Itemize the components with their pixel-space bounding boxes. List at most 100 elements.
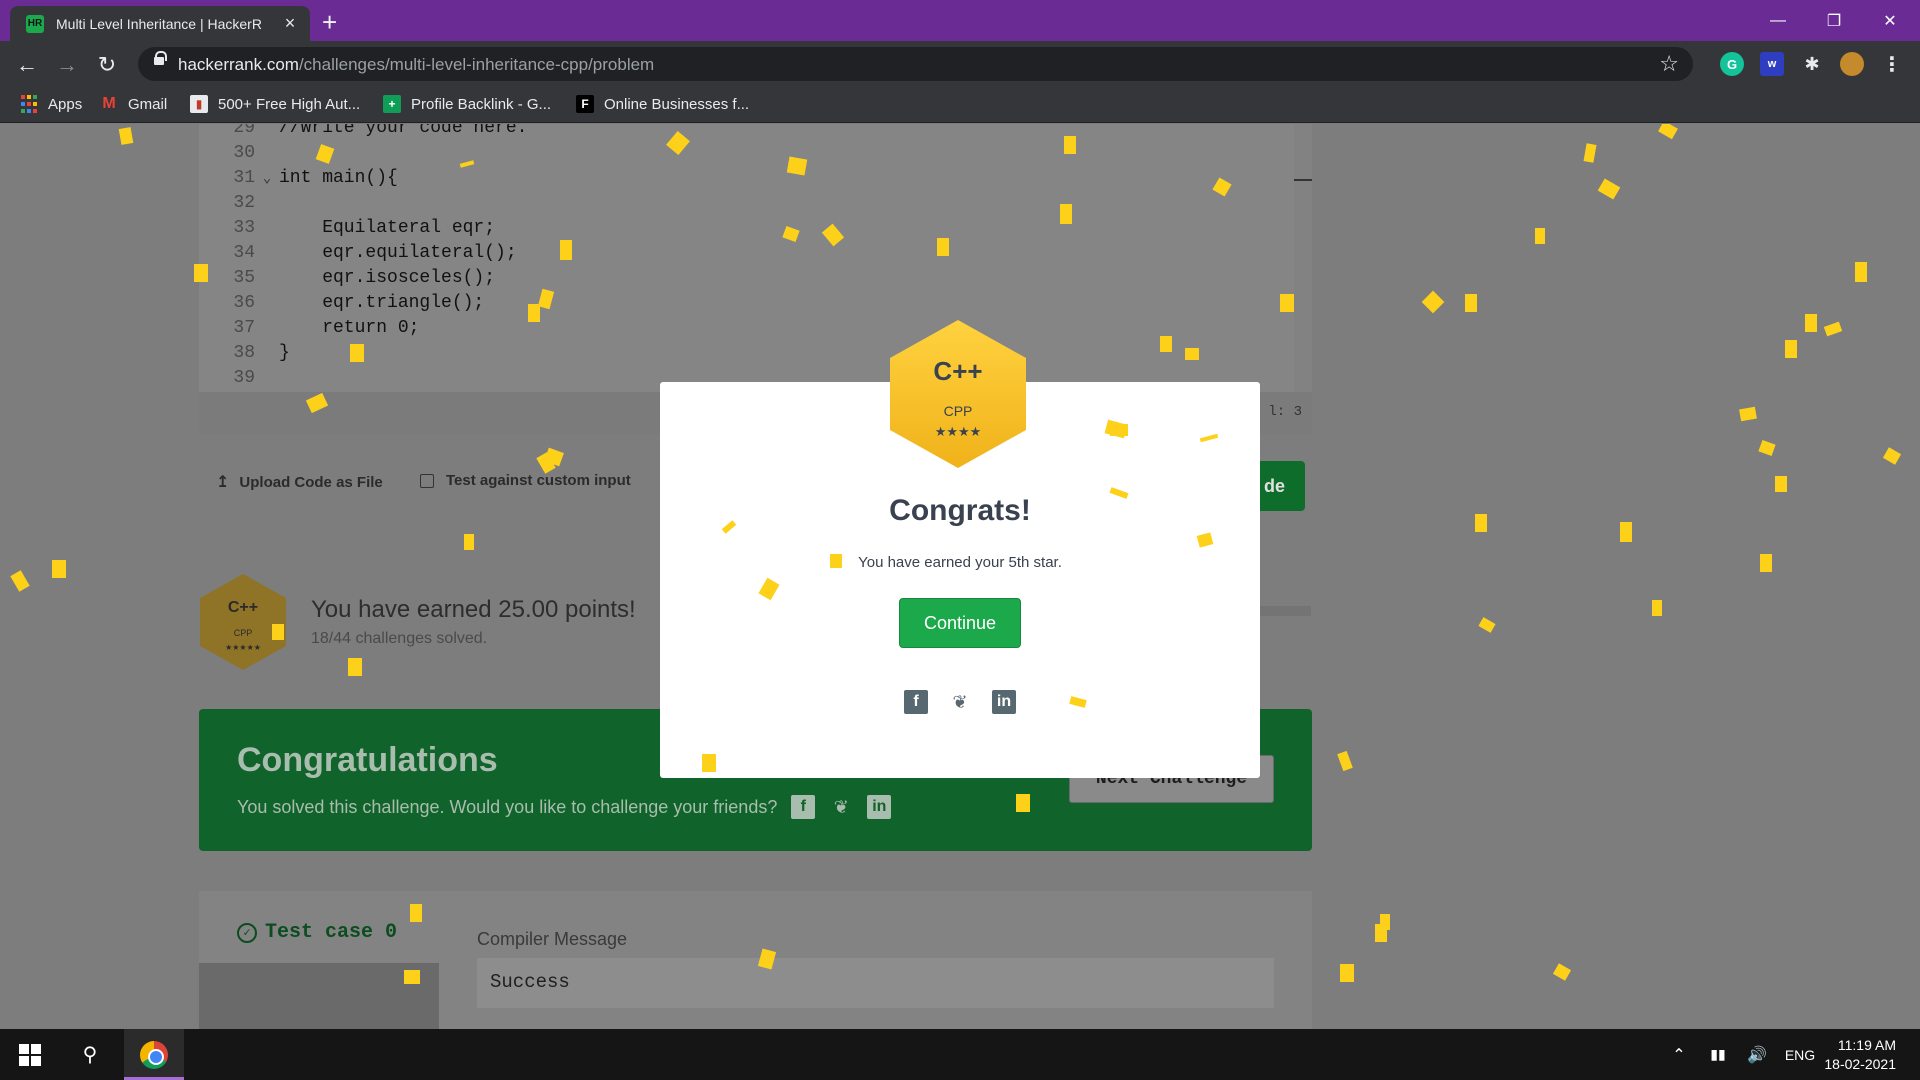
- line-number: 37: [233, 318, 255, 338]
- clock-time: 11:19 AM: [1837, 1037, 1896, 1053]
- code-area[interactable]: 29 //Write your code here. 30 31 ⌄ int main…: [199, 124, 1294, 392]
- browser-tab[interactable]: HR Multi Level Inheritance | HackerR ×: [10, 6, 310, 41]
- upload-icon: ↥: [216, 474, 230, 491]
- apps-grid-icon: [20, 95, 38, 113]
- grammarly-extension-icon[interactable]: G: [1720, 52, 1744, 76]
- battery-icon[interactable]: ▮▮: [1704, 1029, 1732, 1080]
- line-number: 32: [233, 193, 255, 213]
- address-bar[interactable]: hackerrank.com/challenges/multi-level-in…: [138, 47, 1693, 81]
- code-line: 37 return 0;: [199, 318, 419, 343]
- windows-logo-icon: [19, 1043, 41, 1066]
- line-number: 29: [233, 124, 255, 138]
- share-icons: f ❦ in: [660, 690, 1260, 714]
- extensions-puzzle-icon[interactable]: ✱: [1800, 52, 1824, 76]
- facebook-icon[interactable]: f: [904, 690, 928, 714]
- challenges-solved-count: 18/44 challenges solved.: [311, 630, 488, 647]
- browser-tab-bar: HR Multi Level Inheritance | HackerR × +…: [0, 0, 1920, 41]
- window-close-button[interactable]: ✕: [1862, 0, 1918, 41]
- lock-icon[interactable]: [154, 51, 167, 65]
- badge-lang-text: CPP: [944, 403, 973, 419]
- linkedin-icon[interactable]: in: [867, 795, 892, 819]
- cursor-position: l: 3: [1268, 404, 1302, 420]
- banner-subtitle: You solved this challenge. Would you lik…: [237, 796, 778, 817]
- reload-icon[interactable]: ↻: [93, 51, 121, 79]
- line-number: 34: [233, 243, 255, 263]
- twitter-icon[interactable]: ❦: [829, 795, 853, 819]
- code-text: Equilateral eqr;: [279, 218, 496, 238]
- code-text: int main(){: [279, 168, 398, 188]
- search-icon[interactable]: ⚲: [66, 1029, 114, 1080]
- gmail-icon: M: [102, 95, 116, 112]
- congrats-modal: C++ CPP ★★★★ Congrats! You have earned y…: [660, 320, 1260, 778]
- fold-chevron-icon[interactable]: ⌄: [255, 170, 279, 187]
- testcase-label[interactable]: ✓ Test case 0: [237, 921, 397, 944]
- banner-title: Congratulations: [237, 741, 498, 779]
- upload-code-button[interactable]: ↥ Upload Code as File: [216, 472, 383, 492]
- new-tab-button[interactable]: +: [322, 7, 337, 38]
- code-text: eqr.triangle();: [279, 293, 485, 313]
- sheets-icon: +: [383, 95, 401, 113]
- code-text: eqr.equilateral();: [279, 243, 517, 263]
- line-number: 30: [233, 143, 255, 163]
- custom-input-checkbox[interactable]: [420, 473, 434, 488]
- line-number: 38: [233, 343, 255, 363]
- custom-input-toggle[interactable]: Test against custom input: [420, 472, 631, 489]
- code-line: 39: [199, 368, 279, 393]
- bookmark-apps[interactable]: Apps: [20, 95, 82, 113]
- twitter-icon[interactable]: ❦: [948, 690, 972, 714]
- badge-logo-text: C++: [933, 356, 982, 386]
- badge-lang-text: CPP: [234, 628, 253, 638]
- hackerrank-favicon-icon: HR: [26, 14, 44, 33]
- volume-icon[interactable]: 🔊: [1742, 1029, 1772, 1080]
- taskbar-chrome[interactable]: [124, 1029, 184, 1080]
- restore-button[interactable]: ❐: [1806, 0, 1862, 41]
- system-clock[interactable]: 11:19 AM 18-02-2021: [1824, 1036, 1896, 1074]
- back-icon[interactable]: ←: [13, 51, 41, 79]
- check-circle-icon: ✓: [237, 922, 257, 943]
- editor-scrollbar[interactable]: [1294, 179, 1312, 181]
- facebook-icon[interactable]: f: [791, 795, 816, 819]
- f-logo-icon: F: [576, 95, 594, 113]
- minimize-button[interactable]: —: [1750, 0, 1806, 41]
- bookmark-profile-backlink[interactable]: + Profile Backlink - G...: [383, 95, 551, 113]
- compiler-message-label: Compiler Message: [477, 929, 628, 949]
- forward-icon[interactable]: →: [53, 51, 81, 79]
- profile-avatar[interactable]: [1840, 52, 1864, 76]
- custom-input-label: Test against custom input: [446, 472, 631, 489]
- bookmark-star-icon[interactable]: ☆: [1659, 51, 1679, 77]
- line-number: 35: [233, 268, 255, 288]
- test-results-card: ✓ Test case 0 Compiler Message Success: [199, 891, 1312, 1029]
- bookmark-online-businesses[interactable]: F Online Businesses f...: [576, 95, 749, 113]
- tab-close-icon[interactable]: ×: [280, 13, 300, 34]
- testcase-label-text: Test case 0: [265, 921, 398, 944]
- code-text: eqr.isosceles();: [279, 268, 496, 288]
- badge-logo-text: C++: [228, 599, 258, 616]
- line-number: 39: [233, 368, 255, 388]
- code-text: //Write your code here.: [279, 124, 528, 138]
- menu-kebab-icon[interactable]: ⋮: [1880, 52, 1904, 76]
- badge-stars: ★★★★★: [225, 643, 261, 652]
- url-path: /challenges/multi-level-inheritance-cpp/…: [298, 55, 655, 74]
- wave-extension-icon[interactable]: w: [1760, 52, 1784, 76]
- continue-button[interactable]: Continue: [899, 598, 1021, 648]
- code-line: 36 eqr.triangle();: [199, 293, 484, 318]
- url-text[interactable]: hackerrank.com/challenges/multi-level-in…: [178, 55, 654, 75]
- bookmark-label: Apps: [48, 95, 83, 113]
- start-button[interactable]: [0, 1029, 60, 1080]
- code-line: 29 //Write your code here.: [199, 124, 527, 143]
- bookmark-label: 500+ Free High Aut...: [218, 95, 361, 113]
- compiler-message-box: Success: [477, 958, 1274, 1008]
- modal-subtitle: You have earned your 5th star.: [858, 554, 1062, 571]
- linkedin-icon[interactable]: in: [992, 690, 1016, 714]
- code-line: 35 eqr.isosceles();: [199, 268, 495, 293]
- language-indicator[interactable]: ENG: [1778, 1029, 1822, 1080]
- modal-title: Congrats!: [889, 494, 1031, 527]
- bookmarks-bar: Apps M Gmail ▮ 500+ Free High Aut... + P…: [0, 87, 1920, 123]
- bookmark-free-high-authority[interactable]: ▮ 500+ Free High Aut...: [190, 95, 360, 113]
- line-number: 36: [233, 293, 255, 313]
- tray-chevron-up-icon[interactable]: ⌃: [1666, 1029, 1692, 1080]
- bookmark-gmail[interactable]: M Gmail: [100, 95, 167, 113]
- line-number: 31: [233, 168, 255, 188]
- clock-date: 18-02-2021: [1824, 1056, 1896, 1072]
- code-line: 31 ⌄ int main(){: [199, 168, 398, 193]
